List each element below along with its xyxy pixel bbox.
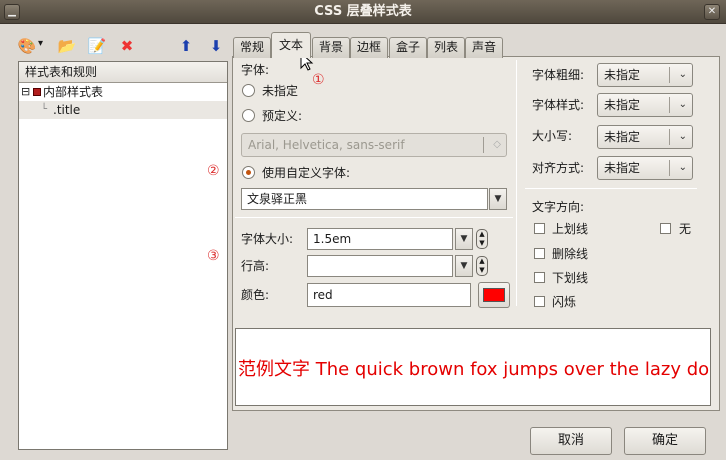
color-picker-button[interactable] (478, 282, 510, 308)
palette-icon[interactable]: 🎨 (16, 35, 38, 57)
overline-checkbox[interactable] (534, 223, 545, 234)
font-style-select[interactable]: 未指定 ⌄ (597, 93, 693, 117)
chevron-updown-icon: ⌄ (678, 131, 687, 142)
tab-text[interactable]: 文本 (271, 32, 311, 58)
tree-item-internal-stylesheet[interactable]: ⊟ 内部样式表 (19, 83, 227, 101)
cancel-button[interactable]: 取消 (530, 427, 612, 455)
font-section-label: 字体: (241, 63, 270, 77)
none-checkbox[interactable] (660, 223, 671, 234)
minimize-icon: ▁ (8, 6, 16, 17)
divider (235, 217, 513, 218)
custom-font-dropdown-button[interactable]: ▼ (489, 188, 507, 210)
color-swatch (483, 288, 505, 302)
chevron-updown-icon: ⌄ (678, 162, 687, 173)
move-up-icon[interactable]: ⬆ (175, 35, 197, 57)
color-label: 颜色: (241, 288, 270, 302)
open-folder-icon[interactable]: 📂 (56, 35, 78, 57)
predefined-font-select[interactable]: Arial, Helvetica, sans-serif ◇ (241, 133, 507, 157)
text-case-label: 大小写: (532, 129, 573, 143)
chevron-updown-icon: ◇ (493, 139, 501, 150)
stylesheet-icon (33, 88, 41, 96)
font-weight-select[interactable]: 未指定 ⌄ (597, 63, 693, 87)
tab-background[interactable]: 背景 (312, 37, 350, 58)
edit-style-icon[interactable]: 📝 (86, 35, 108, 57)
stylesheet-tree[interactable]: 样式表和规则 ⊟ 内部样式表 └ .title (18, 61, 228, 450)
line-height-dropdown-button[interactable]: ▼ (455, 255, 473, 277)
underline-label: 下划线 (552, 271, 589, 285)
tab-box[interactable]: 盒子 (389, 37, 427, 58)
ok-button[interactable]: 确定 (624, 427, 706, 455)
font-size-dropdown-button[interactable]: ▼ (455, 228, 473, 250)
font-unspecified-radio[interactable] (242, 84, 255, 97)
annotation-marker-2: ② (207, 163, 220, 179)
tab-border[interactable]: 边框 (350, 37, 388, 58)
close-window-button[interactable]: ✕ (704, 4, 720, 20)
divider (525, 188, 697, 189)
delete-icon[interactable]: ✖ (116, 35, 138, 57)
window-titlebar: CSS 层叠样式表 (0, 0, 726, 24)
palette-dropdown-icon[interactable]: ▾ (38, 38, 43, 49)
font-size-input[interactable]: 1.5em (307, 228, 453, 250)
tab-list[interactable]: 列表 (427, 37, 465, 58)
window-title: CSS 层叠样式表 (314, 4, 412, 19)
underline-checkbox[interactable] (534, 272, 545, 283)
none-label: 无 (679, 222, 692, 236)
font-style-label: 字体样式: (532, 98, 585, 112)
strikethrough-label: 删除线 (552, 247, 589, 261)
collapse-icon[interactable]: ⊟ (21, 83, 30, 101)
strikethrough-checkbox[interactable] (534, 248, 545, 259)
preview-sample-cn: 范例文字 (238, 359, 310, 380)
blink-label: 闪烁 (552, 295, 577, 309)
text-align-label: 对齐方式: (532, 161, 585, 175)
move-down-icon[interactable]: ⬇ (205, 35, 227, 57)
font-size-label: 字体大小: (241, 232, 294, 246)
custom-font-input[interactable]: 文泉驿正黑 (241, 188, 488, 210)
font-weight-label: 字体粗细: (532, 68, 585, 82)
preview-sample-en: The quick brown fox jumps over the lazy … (310, 359, 711, 380)
text-decoration-label: 文字方向: (532, 200, 585, 214)
tab-sound[interactable]: 声音 (465, 37, 503, 58)
tree-item-title-rule[interactable]: └ .title (19, 101, 227, 119)
line-height-spinner[interactable]: ▲ ▼ (476, 256, 488, 276)
line-height-label: 行高: (241, 259, 270, 273)
line-height-input[interactable] (307, 255, 453, 277)
chevron-updown-icon: ⌄ (678, 69, 687, 80)
tree-item-label: .title (53, 103, 81, 117)
text-align-select[interactable]: 未指定 ⌄ (597, 156, 693, 180)
tree-branch-line: └ (41, 104, 48, 115)
font-predefined-label: 预定义: (262, 109, 303, 123)
font-custom-label: 使用自定义字体: (262, 166, 351, 180)
tree-column-header: 样式表和规则 (19, 62, 227, 83)
font-unspecified-label: 未指定 (262, 84, 299, 98)
preview-text: 范例文字 The quick brown fox jumps over the … (238, 355, 711, 381)
text-case-select[interactable]: 未指定 ⌄ (597, 125, 693, 149)
tab-general[interactable]: 常规 (233, 37, 271, 58)
chevron-down-icon: ▼ (494, 194, 502, 204)
chevron-down-icon: ▼ (460, 234, 468, 244)
minimize-button[interactable]: ▁ (4, 4, 20, 20)
tree-item-label: 内部样式表 (43, 85, 104, 99)
close-icon: ✕ (707, 6, 717, 17)
preview-box: 范例文字 The quick brown fox jumps over the … (235, 328, 711, 406)
vertical-divider (516, 60, 517, 306)
blink-checkbox[interactable] (534, 296, 545, 307)
font-custom-radio[interactable] (242, 166, 255, 179)
font-size-spinner[interactable]: ▲ ▼ (476, 229, 488, 249)
chevron-down-icon: ▼ (460, 261, 468, 271)
annotation-marker-1: ① (312, 72, 325, 88)
font-predefined-radio[interactable] (242, 109, 255, 122)
color-input[interactable]: red (307, 283, 471, 307)
overline-label: 上划线 (552, 222, 589, 236)
chevron-updown-icon: ⌄ (678, 99, 687, 110)
annotation-marker-3: ③ (207, 248, 220, 264)
